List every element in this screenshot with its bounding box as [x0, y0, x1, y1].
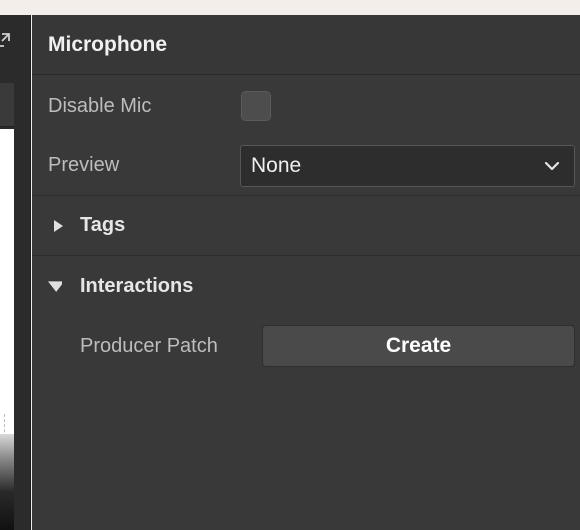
tags-section-header[interactable]: Tags — [32, 196, 580, 256]
expand-icon[interactable] — [0, 33, 10, 47]
preview-select-value: None — [251, 153, 302, 177]
window-top-strip — [0, 0, 580, 15]
create-button[interactable]: Create — [262, 325, 575, 367]
producer-patch-label: Producer Patch — [80, 334, 218, 357]
preview-row: Preview None — [32, 136, 580, 196]
disable-mic-checkbox[interactable] — [241, 91, 271, 121]
disable-mic-label: Disable Mic — [48, 94, 152, 117]
tags-section-title: Tags — [80, 214, 126, 236]
interactions-section-header[interactable]: Interactions — [32, 256, 580, 316]
viewport-pane — [0, 15, 31, 530]
inspector-panel: Microphone Disable Mic Preview None Tags… — [32, 15, 580, 530]
panel-header: Microphone — [32, 15, 580, 75]
preview-label: Preview — [48, 154, 120, 176]
viewport-tab[interactable] — [0, 83, 14, 127]
interactions-section-title: Interactions — [80, 274, 194, 297]
chevron-down-icon — [544, 161, 560, 170]
producer-patch-row: Producer Patch Create — [32, 316, 580, 376]
caret-right-icon — [54, 219, 63, 232]
disable-mic-row: Disable Mic — [32, 76, 580, 136]
caret-down-icon — [48, 281, 62, 292]
panel-title: Microphone — [48, 32, 167, 56]
viewport-image — [0, 434, 14, 530]
preview-select[interactable]: None — [240, 144, 575, 187]
scene-viewport[interactable] — [0, 129, 14, 530]
